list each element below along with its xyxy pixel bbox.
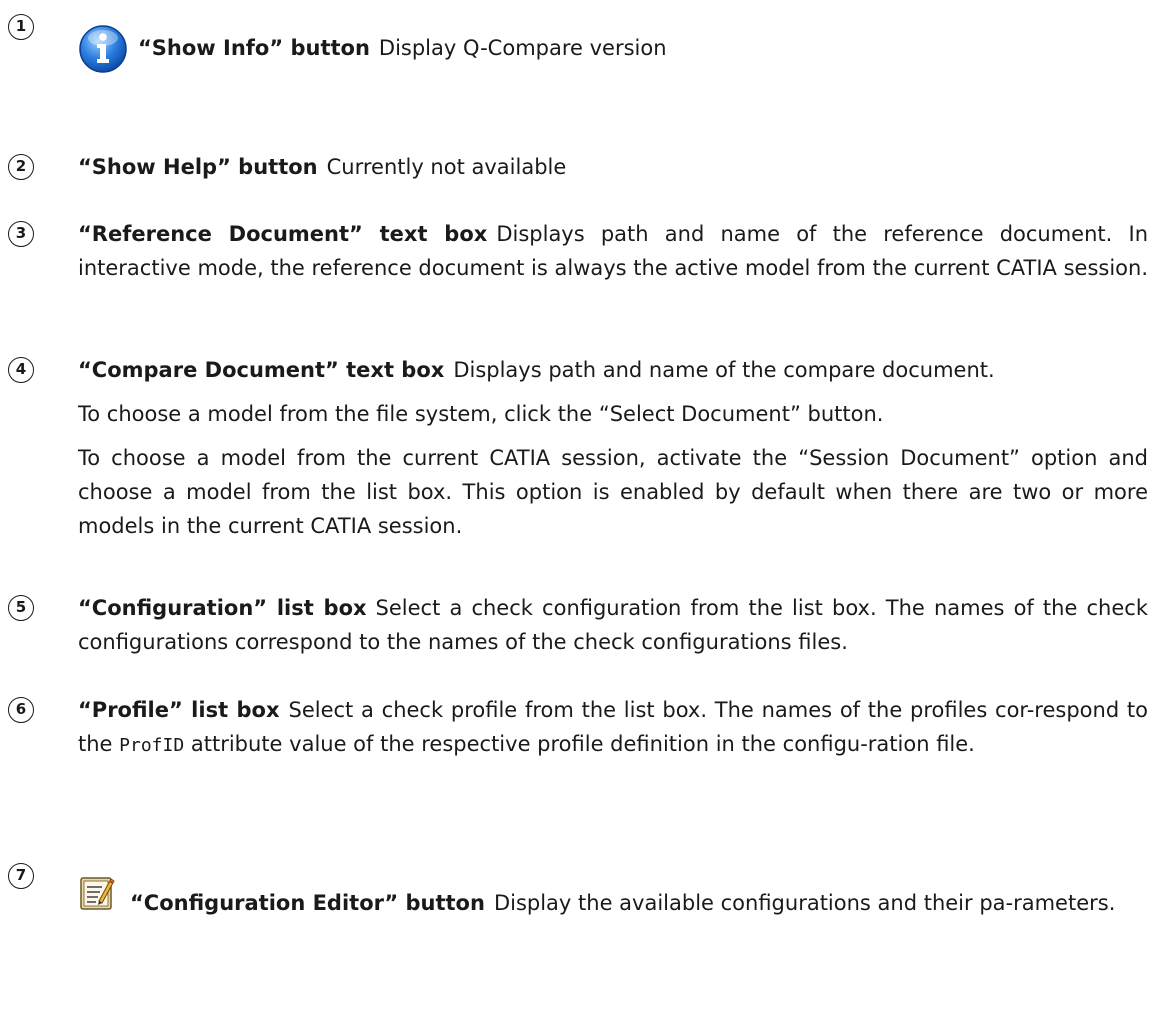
entry-text: Display Q-Compare version bbox=[378, 36, 667, 60]
entry-code: ProfID bbox=[119, 735, 185, 756]
entry-paragraph: To choose a model from the current CATIA… bbox=[78, 446, 1148, 538]
entry-term: “Show Info” button bbox=[138, 36, 370, 60]
entry-number: 1 bbox=[8, 14, 34, 40]
entry-term: “Profile” list box bbox=[78, 698, 280, 722]
entry-number: 4 bbox=[8, 357, 34, 383]
entry-number: 6 bbox=[8, 697, 34, 723]
entry-text: Currently not available bbox=[326, 155, 567, 179]
entry-number: 5 bbox=[8, 595, 34, 621]
entry-text: Display the available configurations and… bbox=[493, 891, 1116, 915]
entry-number: 3 bbox=[8, 221, 34, 247]
entry-term: “Compare Document” text box bbox=[78, 358, 445, 382]
entry-term: “Configuration Editor” button bbox=[130, 891, 485, 915]
entry-term: “Configuration” list box bbox=[78, 596, 367, 620]
entry-text: attribute value of the respective profil… bbox=[190, 732, 975, 756]
entry-text: Displays path and name of the compare do… bbox=[453, 358, 995, 382]
entry-paragraph: To choose a model from the file system, … bbox=[78, 402, 884, 426]
entry-number: 2 bbox=[8, 154, 34, 180]
entry-term: “Reference Document” text box bbox=[78, 222, 488, 246]
configuration-editor-icon bbox=[80, 877, 115, 910]
info-icon bbox=[79, 25, 127, 73]
entry-term: “Show Help” button bbox=[78, 155, 318, 179]
entry-number: 7 bbox=[8, 863, 34, 889]
